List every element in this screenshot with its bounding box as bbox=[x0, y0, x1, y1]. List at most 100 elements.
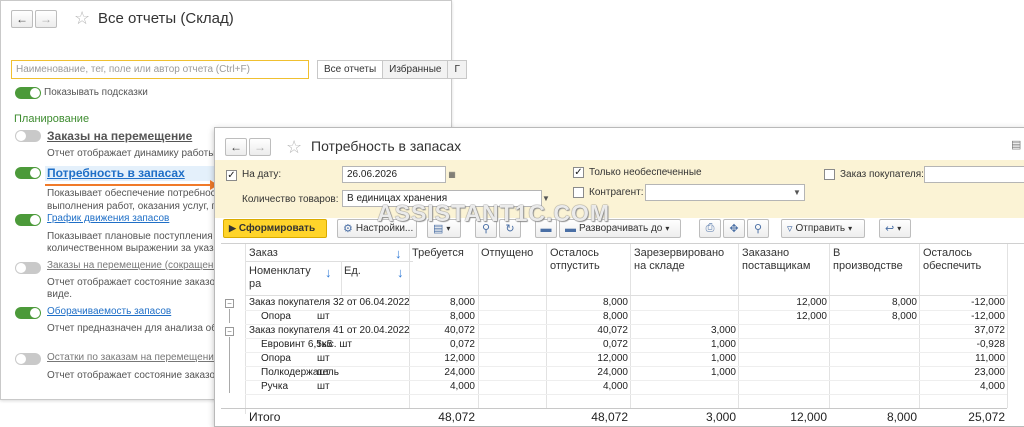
only-unsecured-checkbox[interactable]: ✓ bbox=[573, 167, 584, 178]
chevron-down-icon[interactable]: ▼ bbox=[791, 185, 803, 200]
move-button[interactable]: ✥ bbox=[723, 219, 745, 238]
table-cell-rem: 8,000 bbox=[602, 297, 628, 308]
total-ordered: 12,000 bbox=[790, 410, 827, 424]
report-link-stock-needs[interactable]: Потребность в запасах bbox=[47, 166, 185, 180]
back-button[interactable]: ← bbox=[11, 10, 33, 28]
expand-label: Разворачивать до bbox=[579, 223, 663, 234]
report-table: Заказ ↓ Номенклату ра ↓ Ед. ↓ Требуется … bbox=[221, 243, 1024, 426]
sort-arrow-icon[interactable]: ↓ bbox=[325, 266, 332, 279]
tab-other[interactable]: Г bbox=[447, 60, 467, 79]
qty-label: Количество товаров: bbox=[242, 194, 339, 205]
date-checkbox[interactable]: ✓ bbox=[226, 170, 237, 181]
find-next-button[interactable]: ↻ bbox=[499, 219, 521, 238]
back-button[interactable]: ← bbox=[225, 138, 247, 156]
counterparty-field[interactable] bbox=[645, 184, 805, 201]
divider bbox=[478, 244, 479, 408]
report-link-transfer-orders[interactable]: Заказы на перемещение bbox=[47, 129, 192, 143]
divider bbox=[245, 244, 246, 414]
total-reserved: 3,000 bbox=[705, 410, 736, 424]
table-cell-req: 12,000 bbox=[444, 353, 475, 364]
send-button[interactable]: ▿ Отправить ▾ bbox=[781, 219, 865, 238]
report-link-turnover[interactable]: Оборачиваемость запасов bbox=[47, 306, 171, 317]
report-link-stock-movement[interactable]: График движения запасов bbox=[47, 213, 169, 224]
table-cell-rem: 12,000 bbox=[597, 353, 628, 364]
variant-button[interactable]: ▤ ▾ bbox=[427, 219, 461, 238]
col-remaining-secure: Осталось bbox=[923, 247, 972, 259]
calendar-icon[interactable]: ▦ bbox=[446, 167, 458, 182]
settings-icon: ⚙ bbox=[343, 223, 353, 235]
table-cell-ord: 12,000 bbox=[796, 311, 827, 322]
date-field[interactable]: 26.06.2026 bbox=[342, 166, 446, 183]
table-cell-sec: -0,928 bbox=[976, 339, 1005, 350]
total-remaining-secure: 25,072 bbox=[968, 410, 1005, 424]
customer-order-label: Заказ покупателя: bbox=[840, 169, 924, 180]
table-cell-name[interactable]: Заказ покупателя 41 от 20.04.2022 bbox=[249, 325, 410, 336]
table-cell-req: 24,000 bbox=[444, 367, 475, 378]
print-button[interactable]: ⎙ bbox=[699, 219, 721, 238]
table-cell-sec: 11,000 bbox=[975, 353, 1005, 364]
report-toggle-stock-needs[interactable] bbox=[15, 167, 41, 179]
col-production-2: производстве bbox=[833, 260, 903, 272]
report-desc: виде. bbox=[47, 289, 73, 300]
only-unsecured-label: Только необеспеченные bbox=[589, 167, 702, 178]
total-label: Итого bbox=[249, 410, 281, 424]
table-cell-unit: тыс. шт bbox=[317, 339, 352, 350]
sort-arrow-icon[interactable]: ↓ bbox=[395, 247, 402, 260]
table-cell-ord: 12,000 bbox=[796, 297, 827, 308]
chevron-down-icon: ▾ bbox=[848, 224, 853, 233]
table-cell-name[interactable]: Ручка bbox=[261, 381, 288, 392]
find-button[interactable]: ⚲ bbox=[475, 219, 497, 238]
report-desc: Отчет предназначен для анализа обо bbox=[47, 323, 223, 334]
report-desc: Отчет отображает динамику работы с bbox=[47, 148, 224, 159]
report-toggle-turnover[interactable] bbox=[15, 307, 41, 319]
forward-button[interactable]: → bbox=[249, 138, 271, 156]
counterparty-checkbox[interactable] bbox=[573, 187, 584, 198]
generate-button[interactable]: ▶ Сформировать bbox=[223, 219, 327, 238]
collapse-group-icon[interactable]: − bbox=[225, 299, 234, 308]
report-link-transfer-orders-short[interactable]: Заказы на перемещение (сокращенно bbox=[47, 260, 225, 271]
favorite-star-icon[interactable]: ☆ bbox=[286, 138, 302, 156]
report-desc: выполнения работ, оказания услуг, пр bbox=[47, 201, 223, 212]
table-cell-unit: шт bbox=[317, 311, 330, 322]
table-cell-req: 0,072 bbox=[449, 339, 475, 350]
sort-arrow-icon[interactable]: ↓ bbox=[397, 266, 404, 279]
report-toggle-transfer-orders-short[interactable] bbox=[15, 262, 41, 274]
expand-to-button[interactable]: ▬ Разворачивать до ▾ bbox=[559, 219, 681, 238]
table-cell-sec: -12,000 bbox=[971, 297, 1005, 308]
table-cell-sec: 37,072 bbox=[974, 325, 1005, 336]
report-toggle-transfer-balances[interactable] bbox=[15, 353, 41, 365]
report-toggle-transfer-orders[interactable] bbox=[15, 130, 41, 142]
save-icon[interactable]: ▤ bbox=[1011, 138, 1021, 151]
divider bbox=[245, 295, 1007, 296]
table-cell-name[interactable]: Опора bbox=[261, 311, 291, 322]
stock-needs-window: ← → ☆ Потребность в запасах ▤ ✓ На дату:… bbox=[214, 127, 1024, 427]
send-label: Отправить bbox=[795, 223, 846, 234]
divider bbox=[738, 244, 739, 408]
table-cell-name[interactable]: Опора bbox=[261, 353, 291, 364]
report-search-input[interactable]: Наименование, тег, поле или автор отчета… bbox=[11, 60, 309, 79]
tab-all-reports[interactable]: Все отчеты bbox=[317, 60, 384, 79]
show-hints-toggle[interactable] bbox=[15, 87, 41, 99]
customer-order-checkbox[interactable] bbox=[824, 169, 835, 180]
col-released: Отпущено bbox=[481, 247, 534, 259]
collapse-button[interactable]: ▬ bbox=[535, 219, 557, 238]
favorite-star-icon[interactable]: ☆ bbox=[74, 9, 90, 27]
report-toggle-stock-movement[interactable] bbox=[15, 214, 41, 226]
report-desc: Отчет отображает состояние заказов bbox=[47, 370, 221, 381]
table-cell-name[interactable]: Заказ покупателя 32 от 06.04.2022 bbox=[249, 297, 410, 308]
settings-button[interactable]: ⚙ Настройки... bbox=[337, 219, 417, 238]
total-required: 48,072 bbox=[438, 410, 475, 424]
collapse-group-icon[interactable]: − bbox=[225, 327, 234, 336]
qty-select[interactable]: В единицах хранения bbox=[342, 190, 542, 207]
forward-button[interactable]: → bbox=[35, 10, 57, 28]
table-cell-rem: 40,072 bbox=[597, 325, 628, 336]
customer-order-field[interactable] bbox=[924, 166, 1024, 183]
send-icon: ▿ bbox=[787, 223, 793, 235]
preview-button[interactable]: ⚲ bbox=[747, 219, 769, 238]
report-link-transfer-balances[interactable]: Остатки по заказам на перемещение bbox=[47, 352, 219, 363]
chevron-down-icon: ▾ bbox=[665, 224, 670, 233]
more-button[interactable]: ↩ ▾ bbox=[879, 219, 911, 238]
chevron-down-icon[interactable]: ▼ bbox=[540, 191, 552, 206]
tab-favorites[interactable]: Избранные bbox=[382, 60, 449, 79]
col-remaining-release-2: отпустить bbox=[550, 260, 600, 272]
